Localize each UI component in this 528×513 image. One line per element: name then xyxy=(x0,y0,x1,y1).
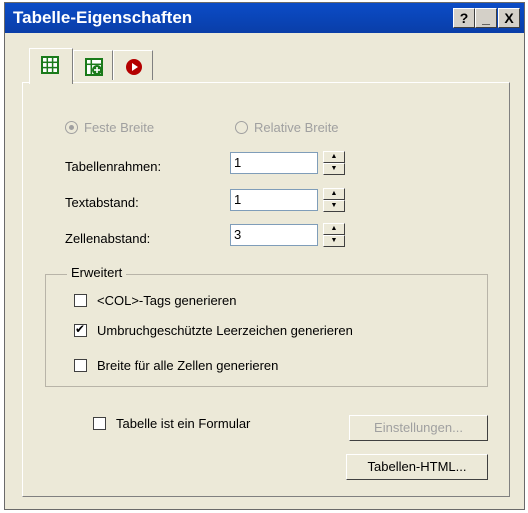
border-spinner[interactable]: ▲ ▼ xyxy=(323,151,345,175)
spin-up-icon[interactable]: ▲ xyxy=(323,188,345,200)
advanced-group-title: Erweitert xyxy=(67,265,127,280)
minimize-button[interactable]: _ xyxy=(475,8,497,28)
is-form-label: Tabelle ist ein Formular xyxy=(116,416,251,431)
border-label: Tabellenrahmen: xyxy=(65,159,162,174)
col-tags-label: <COL>-Tags generieren xyxy=(97,293,237,308)
radio-relative-width[interactable]: Relative Breite xyxy=(235,120,339,135)
tab-table-properties[interactable] xyxy=(29,48,73,84)
close-button[interactable]: X xyxy=(498,8,520,28)
spin-up-icon[interactable]: ▲ xyxy=(323,223,345,235)
window-title: Tabelle-Eigenschaften xyxy=(13,8,193,27)
checkbox-box[interactable] xyxy=(74,294,87,307)
padding-label: Textabstand: xyxy=(65,195,139,210)
spin-down-icon[interactable]: ▼ xyxy=(323,163,345,175)
is-form-checkbox[interactable]: Tabelle ist ein Formular xyxy=(93,416,250,431)
width-all-checkbox[interactable]: Breite für alle Zellen generieren xyxy=(74,358,278,373)
title-bar[interactable]: Tabelle-Eigenschaften ? _ X xyxy=(5,3,524,33)
radio-fixed-width[interactable]: Feste Breite xyxy=(65,120,154,135)
spacing-spinner[interactable]: ▲ ▼ xyxy=(323,223,345,247)
radio-dot-icon xyxy=(65,121,78,134)
radio-dot-icon xyxy=(235,121,248,134)
nbsp-checkbox[interactable]: Umbruchgeschützte Leerzeichen generieren xyxy=(74,322,353,338)
radio-fixed-width-label: Feste Breite xyxy=(84,120,155,135)
table-grid-icon xyxy=(41,56,59,74)
border-input[interactable]: 1 xyxy=(230,152,318,174)
spacing-input[interactable]: 3 xyxy=(230,224,318,246)
record-circle-icon xyxy=(126,59,142,75)
nbsp-label: Umbruchgeschützte Leerzeichen generieren xyxy=(97,323,353,338)
col-tags-checkbox[interactable]: <COL>-Tags generieren xyxy=(74,293,236,308)
width-all-label: Breite für alle Zellen generieren xyxy=(97,358,279,373)
table-add-icon xyxy=(85,58,103,76)
spin-down-icon[interactable]: ▼ xyxy=(323,235,345,247)
table-html-button[interactable]: Tabellen-HTML... xyxy=(346,454,488,480)
tab-table-add[interactable] xyxy=(73,50,113,80)
dialog-window: Tabelle-Eigenschaften ? _ X Feste Breite… xyxy=(4,2,525,510)
checkbox-box[interactable] xyxy=(93,417,106,430)
settings-button[interactable]: Einstellungen... xyxy=(349,415,488,441)
checkbox-box[interactable] xyxy=(74,359,87,372)
spacing-label: Zellenabstand: xyxy=(65,231,151,246)
spin-up-icon[interactable]: ▲ xyxy=(323,151,345,163)
radio-relative-width-label: Relative Breite xyxy=(254,120,339,135)
tab-record[interactable] xyxy=(113,50,153,80)
checkbox-box-checked[interactable] xyxy=(74,322,87,337)
help-button[interactable]: ? xyxy=(453,8,475,28)
padding-spinner[interactable]: ▲ ▼ xyxy=(323,188,345,212)
spin-down-icon[interactable]: ▼ xyxy=(323,200,345,212)
padding-input[interactable]: 1 xyxy=(230,189,318,211)
